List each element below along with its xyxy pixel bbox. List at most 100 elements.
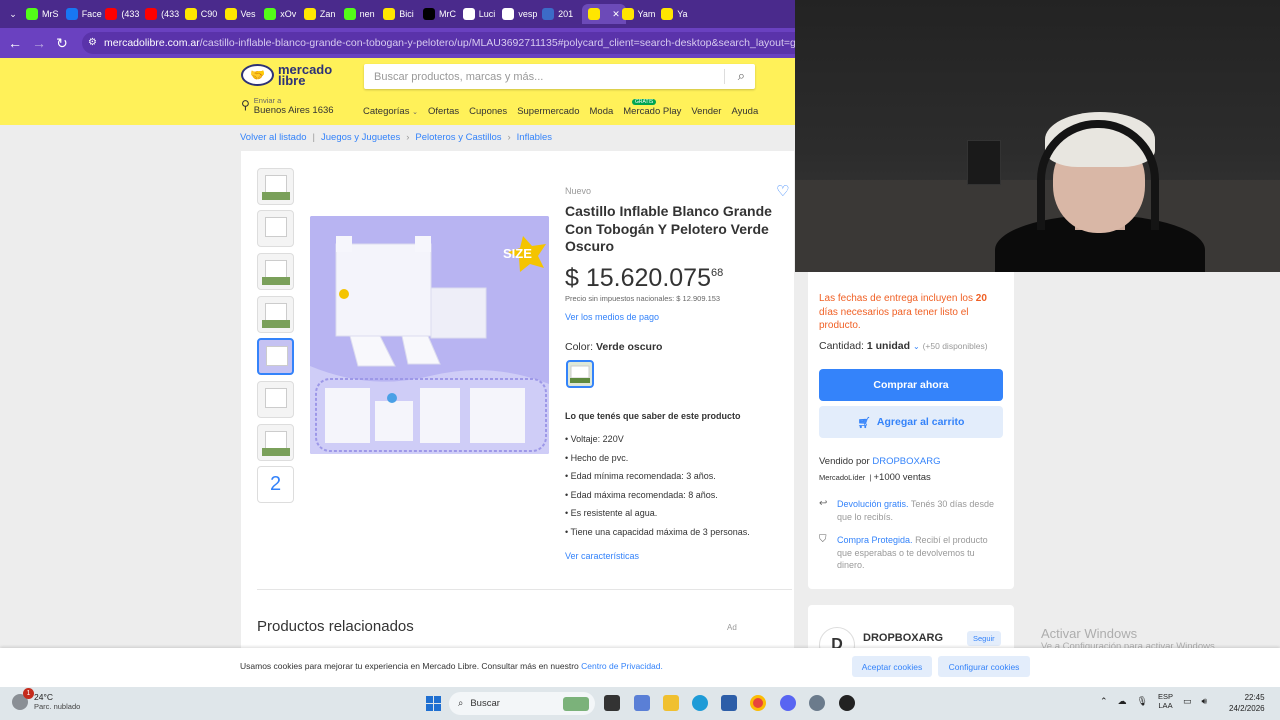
- language-indicator[interactable]: ESP LAA: [1158, 692, 1173, 710]
- nav-supermercado[interactable]: Supermercado: [517, 106, 579, 117]
- favorite-heart-icon[interactable]: ♡: [776, 182, 789, 200]
- product-thumbnail[interactable]: [257, 210, 294, 247]
- nav-vender[interactable]: Vender: [691, 106, 721, 117]
- browser-tab[interactable]: Ya: [661, 4, 697, 24]
- task-view-icon[interactable]: [604, 695, 620, 711]
- webcam-overlay: [795, 0, 1280, 272]
- browser-tab[interactable]: Face: [65, 4, 102, 24]
- payment-methods-link[interactable]: Ver los medios de pago: [565, 312, 659, 322]
- follow-seller-button[interactable]: Seguir: [967, 631, 1001, 646]
- mercadolibre-logo[interactable]: 🤝 mercado libre: [241, 63, 332, 87]
- see-features-link[interactable]: Ver características: [565, 551, 639, 561]
- network-icon[interactable]: ☁: [1118, 696, 1127, 707]
- taskbar-search[interactable]: ⌕ Buscar: [449, 692, 595, 715]
- windows-start-icon[interactable]: [426, 696, 441, 711]
- edge-icon[interactable]: [692, 695, 708, 711]
- tab-list-button[interactable]: ⌄: [4, 4, 22, 24]
- browser-tab[interactable]: (433: [105, 4, 141, 24]
- quantity-selector[interactable]: Cantidad: 1 unidad ⌄ (+50 disponibles): [819, 340, 988, 352]
- configure-cookies-button[interactable]: Configurar cookies: [938, 656, 1030, 677]
- weather-badge: 1: [23, 687, 34, 699]
- breadcrumb-item[interactable]: Peloteros y Castillos: [415, 132, 501, 143]
- tab-title: Ya: [677, 9, 688, 19]
- search-icon[interactable]: ⌕: [738, 68, 745, 84]
- buy-now-label: Comprar ahora: [873, 379, 949, 391]
- more-images-thumbnail[interactable]: 2: [257, 466, 294, 503]
- search-input[interactable]: Buscar productos, marcas y más... ⌕: [364, 64, 755, 89]
- seller-card-name[interactable]: DROPBOXARG: [863, 632, 943, 644]
- nav-ofertas[interactable]: Ofertas: [428, 106, 459, 117]
- nav-ayuda[interactable]: Ayuda: [731, 106, 758, 117]
- browser-tab[interactable]: vesp: [502, 4, 538, 24]
- browser-tab[interactable]: MrS: [26, 4, 62, 24]
- site-info-icon[interactable]: ⚙: [88, 32, 97, 54]
- tab-favicon-icon: [661, 8, 674, 20]
- browser-tab[interactable]: Yam: [621, 4, 658, 24]
- free-return-link[interactable]: Devolución gratis.: [837, 499, 909, 509]
- volume-icon[interactable]: 🔊︎: [1202, 696, 1208, 707]
- product-thumbnail-selected[interactable]: [257, 338, 294, 375]
- browser-tab[interactable]: Luci: [462, 4, 499, 24]
- color-swatch-verde-oscuro[interactable]: [566, 360, 594, 388]
- chevron-up-icon[interactable]: ⌃: [1100, 696, 1108, 707]
- product-thumbnail[interactable]: [257, 296, 294, 333]
- browser-tab[interactable]: ✕: [581, 4, 626, 24]
- color-selector-label: Color: Verde oscuro: [565, 341, 662, 353]
- browser-tab[interactable]: nen: [343, 4, 380, 24]
- breadcrumb-item[interactable]: Inflables: [517, 132, 552, 143]
- tab-favicon-icon: [423, 8, 435, 20]
- breadcrumb-back[interactable]: Volver al listado: [240, 132, 307, 143]
- nav-cupones[interactable]: Cupones: [469, 106, 507, 117]
- accept-cookies-button[interactable]: Aceptar cookies: [852, 656, 932, 677]
- product-price: $ 15.620.07568: [565, 264, 723, 293]
- widgets-icon[interactable]: [634, 695, 650, 711]
- nav-moda[interactable]: Moda: [590, 106, 614, 117]
- display-icon[interactable]: ▭: [1183, 696, 1192, 707]
- browser-tab[interactable]: Bici: [383, 4, 419, 24]
- related-products-title: Productos relacionados: [257, 618, 414, 635]
- back-arrow-icon[interactable]: ←: [5, 33, 25, 53]
- taskbar-clock[interactable]: 22:45 24/2/2026: [1229, 693, 1265, 714]
- product-thumbnail[interactable]: [257, 381, 294, 418]
- nav-mercado-play[interactable]: Mercado Play: [623, 106, 681, 117]
- inflatable-castle-image: SIZE: [310, 216, 549, 454]
- browser-tab[interactable]: C90: [184, 4, 221, 24]
- store-icon[interactable]: [721, 695, 737, 711]
- close-tab-icon[interactable]: ✕: [612, 9, 620, 20]
- weather-widget[interactable]: 1 24°C Parc. nublado: [12, 687, 80, 711]
- tab-favicon-icon: [145, 8, 158, 20]
- file-explorer-icon[interactable]: [663, 695, 679, 711]
- forward-arrow-icon[interactable]: →: [29, 33, 49, 53]
- watermark-title: Activar Windows: [1041, 626, 1138, 641]
- product-thumbnail[interactable]: [257, 424, 294, 461]
- browser-tab[interactable]: Zan: [303, 4, 340, 24]
- tab-favicon-icon: [184, 8, 197, 20]
- microphone-icon[interactable]: 🎙︎: [1137, 696, 1148, 707]
- product-main-image[interactable]: SIZE: [310, 216, 549, 454]
- product-thumbnail[interactable]: [257, 253, 294, 290]
- discord-icon[interactable]: [780, 695, 796, 711]
- chrome-icon[interactable]: [750, 695, 766, 711]
- shipping-location[interactable]: ⚲ Enviar a Buenos Aires 1636: [241, 96, 334, 116]
- nav-categorias[interactable]: Categorías ⌄: [363, 106, 418, 117]
- browser-tab[interactable]: xOv: [264, 4, 300, 24]
- cloudy-weather-icon: 1: [12, 687, 34, 710]
- app-icon[interactable]: [839, 695, 855, 711]
- product-thumbnail[interactable]: [257, 168, 294, 205]
- tab-favicon-icon: [105, 8, 118, 20]
- breadcrumb-item[interactable]: Juegos y Juguetes: [321, 132, 400, 143]
- add-to-cart-button[interactable]: 🛒︎ Agregar al carrito: [819, 406, 1003, 438]
- reload-icon[interactable]: ↻: [52, 33, 72, 53]
- browser-tab[interactable]: MrC: [423, 4, 459, 24]
- browser-tab[interactable]: 201: [542, 4, 578, 24]
- privacy-center-link[interactable]: Centro de Privacidad.: [581, 661, 663, 671]
- settings-gear-icon[interactable]: [809, 695, 825, 711]
- protected-purchase-link[interactable]: Compra Protegida.: [837, 535, 913, 545]
- browser-tab[interactable]: (433: [145, 4, 181, 24]
- search-divider: [724, 69, 725, 84]
- buy-now-button[interactable]: Comprar ahora: [819, 369, 1003, 401]
- tab-favicon-icon: [621, 8, 634, 20]
- tab-title: Luci: [478, 9, 496, 19]
- seller-link[interactable]: DROPBOXARG: [872, 456, 940, 467]
- browser-tab[interactable]: Ves: [224, 4, 261, 24]
